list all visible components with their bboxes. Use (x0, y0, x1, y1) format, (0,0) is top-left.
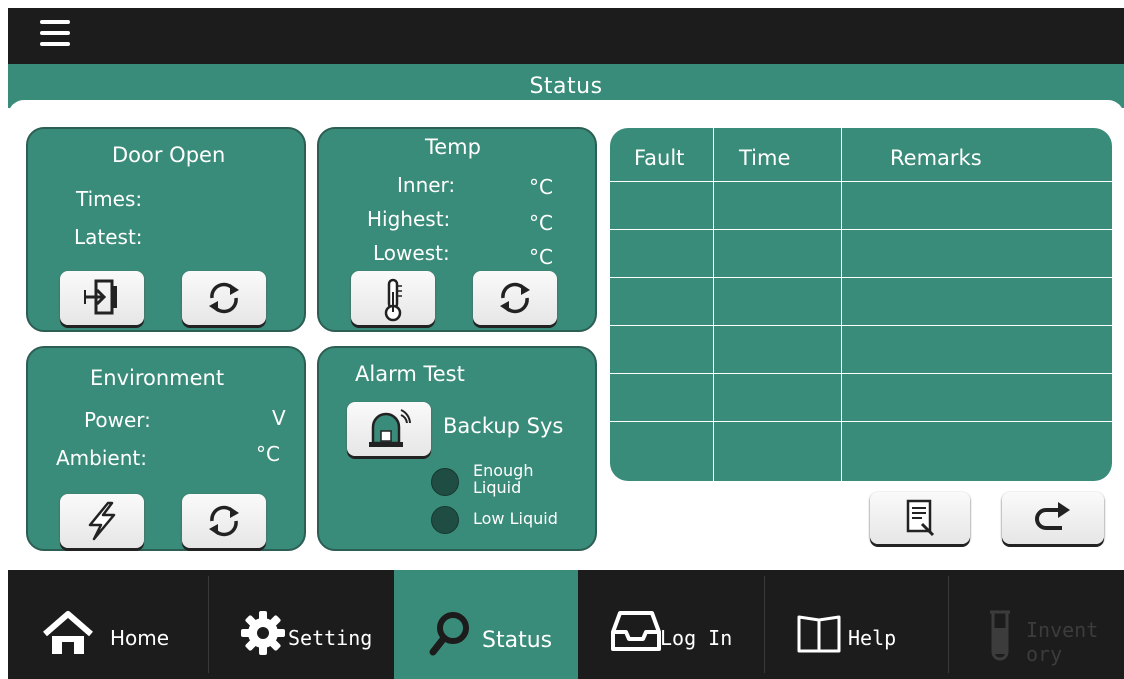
enough-liquid-label: Enough Liquid (473, 461, 534, 497)
backup-sys-label: Backup Sys (443, 414, 564, 438)
search-icon (429, 612, 469, 656)
nav-setting-label: Setting (288, 626, 373, 650)
alarm-test-panel: Alarm Test Backup Sys Enough Liquid Low … (317, 346, 597, 551)
bottom-nav: Home Setting Status Log In Help Invent o… (8, 570, 1124, 679)
temp-panel: Temp Inner: °C Highest: °C Lowest: °C (317, 127, 597, 332)
lowest-label: Lowest: (373, 241, 450, 265)
table-row[interactable] (610, 229, 1112, 230)
door-exit-icon (84, 279, 117, 315)
alarm-test-button[interactable] (347, 402, 431, 456)
fault-table: Fault Time Remarks (610, 128, 1112, 481)
refresh-icon (500, 282, 530, 314)
table-row[interactable] (610, 181, 1112, 182)
content-background (8, 100, 1124, 130)
nav-status-label: Status (482, 628, 553, 653)
low-liquid-indicator (431, 506, 459, 534)
nav-help-label: Help (848, 626, 897, 650)
power-unit: V (272, 406, 286, 430)
low-liquid-label: Low Liquid (473, 509, 558, 528)
environment-title: Environment (90, 366, 225, 390)
door-open-title: Door Open (112, 143, 226, 167)
report-icon (906, 499, 935, 537)
nav-status[interactable]: Status (394, 570, 578, 679)
time-column-header: Time (739, 146, 791, 170)
page-title: Status (529, 74, 603, 99)
alarm-siren-icon (369, 409, 411, 447)
lowest-unit: °C (529, 245, 553, 269)
ambient-label: Ambient: (56, 446, 147, 470)
report-button[interactable] (870, 492, 970, 544)
home-icon (43, 611, 93, 654)
highest-label: Highest: (367, 207, 451, 231)
test-tube-icon (990, 610, 1010, 661)
nav-help[interactable]: Help (764, 570, 948, 679)
nav-home-label: Home (110, 626, 170, 650)
enough-liquid-indicator (431, 468, 459, 496)
nav-setting[interactable]: Setting (208, 570, 394, 679)
nav-login[interactable]: Log In (578, 570, 764, 679)
table-row[interactable] (610, 373, 1112, 374)
highest-unit: °C (529, 211, 553, 235)
hamburger-menu-icon[interactable] (40, 20, 70, 46)
ambient-unit: °C (256, 442, 280, 466)
remarks-column-header: Remarks (890, 146, 982, 170)
redo-arrow-icon (1035, 502, 1070, 530)
inner-unit: °C (529, 175, 553, 199)
thermometer-icon (384, 278, 402, 322)
nav-login-label: Log In (660, 626, 733, 650)
door-record-button[interactable] (60, 271, 144, 325)
latest-label: Latest: (74, 225, 143, 249)
gear-icon (241, 611, 285, 655)
table-row[interactable] (610, 421, 1112, 422)
lightning-icon (88, 501, 116, 541)
inbox-tray-icon (611, 611, 661, 651)
refresh-icon (209, 282, 239, 314)
nav-inventory-label: Invent ory (1026, 618, 1099, 666)
door-open-panel: Door Open Times: Latest: (26, 127, 306, 332)
environment-panel: Environment Power: V Ambient: °C (26, 346, 306, 551)
power-button[interactable] (60, 494, 144, 548)
top-bar (8, 8, 1124, 64)
redo-button[interactable] (1002, 492, 1104, 544)
env-refresh-button[interactable] (182, 494, 266, 548)
temp-refresh-button[interactable] (473, 271, 557, 325)
nav-home[interactable]: Home (8, 570, 208, 679)
times-label: Times: (76, 187, 143, 211)
door-refresh-button[interactable] (182, 271, 266, 325)
refresh-icon (209, 505, 239, 537)
table-row[interactable] (610, 325, 1112, 326)
nav-inventory[interactable]: Invent ory (948, 570, 1124, 679)
temp-title: Temp (425, 135, 481, 159)
fault-column-header: Fault (634, 146, 685, 170)
book-icon (797, 615, 841, 653)
thermometer-button[interactable] (351, 271, 435, 325)
inner-label: Inner: (397, 173, 456, 197)
power-label: Power: (84, 408, 151, 432)
alarm-test-title: Alarm Test (355, 362, 465, 386)
table-row[interactable] (610, 277, 1112, 278)
